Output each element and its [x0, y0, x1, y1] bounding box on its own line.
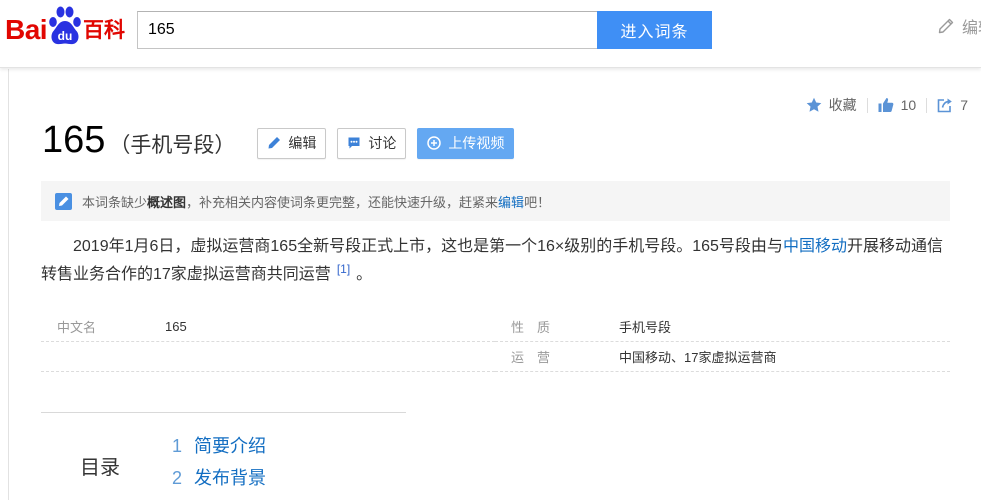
edit-notice-icon: [55, 192, 72, 210]
share-shape: [947, 98, 953, 105]
catalog-item-label: 发布背景: [194, 468, 266, 488]
action-divider: [866, 97, 868, 113]
basic-info-row: 性 质 手机号段: [495, 312, 950, 342]
logo-baike-text: 百科: [83, 19, 125, 42]
page-title: 165 （手机号段）: [42, 118, 235, 168]
like-count: 10: [900, 97, 917, 113]
basic-info-row: 中文名 165: [41, 312, 495, 342]
thumb-shape: [882, 98, 894, 112]
chat-dot: [350, 140, 353, 143]
title-main: 165: [42, 119, 106, 161]
collect-label: 收藏: [828, 97, 857, 113]
summary-end: 。: [356, 266, 373, 283]
search-input[interactable]: [137, 11, 598, 49]
paw-toe: [65, 6, 74, 18]
entry-title-row: 165 （手机号段） 编辑 讨论 上传视频: [42, 118, 515, 168]
pencil-shape: [268, 137, 281, 149]
basic-info-left: 中文名 165: [41, 312, 495, 372]
header-edit-label: 编辑: [962, 20, 981, 37]
title-buttons: 编辑 讨论 上传视频: [257, 127, 515, 159]
paw-toe: [49, 17, 57, 27]
upload-video-label: 上传视频: [448, 135, 505, 151]
edit-button-label: 编辑: [288, 135, 317, 151]
pencil-icon: [938, 18, 954, 34]
catalog-list: 1 简要介绍 2 发布背景: [172, 430, 266, 494]
chat-dot: [353, 140, 356, 143]
china-mobile-link[interactable]: 中国移动: [783, 238, 847, 255]
baike-logo[interactable]: Bai du 百科: [0, 0, 130, 60]
chat-icon: [348, 137, 360, 149]
plus-shape: [431, 140, 438, 146]
pencil-icon: [268, 137, 281, 149]
notice-middle: ，补充相关内容使词条更完整，还能快速升级，赶紧来: [186, 194, 499, 210]
star-shape: [806, 97, 821, 112]
reference-link[interactable]: [1]: [337, 262, 350, 276]
notice-text: 本词条缺少概述图，补充相关内容使词条更完整，还能快速升级，赶紧来编辑吧！: [82, 192, 550, 211]
notice-edit-link[interactable]: 编辑: [498, 195, 524, 210]
catalog-item[interactable]: 1 简要介绍: [172, 430, 266, 462]
header: Bai du 百科 进入词条 编辑: [0, 0, 981, 68]
basic-info-name: 运 营: [511, 350, 551, 365]
catalog-item-label: 简要介绍: [194, 436, 266, 456]
plus-circle-icon: [427, 136, 442, 150]
page-left-border: [8, 69, 9, 500]
lemma-summary: 2019年1月6日，虚拟运营商165全新号段正式上市，这也是第一个16×级别的手…: [41, 233, 950, 289]
logo-bai-text: Bai: [5, 14, 48, 45]
catalog-item-number: 1: [172, 436, 183, 456]
paw-toe: [56, 6, 65, 18]
like-button[interactable]: 10: [878, 97, 917, 113]
paw-toe: [73, 17, 81, 27]
basic-info-value: 中国移动、17家虚拟运营商: [619, 350, 777, 365]
thumbs-up-icon: [878, 98, 894, 112]
edit-button[interactable]: 编辑: [257, 127, 327, 159]
entry-actions: 收藏 10 7: [806, 96, 968, 114]
chat-dot: [355, 140, 358, 143]
action-divider: [926, 97, 928, 113]
share-count: 7: [960, 97, 968, 113]
basic-info-value: 165: [165, 319, 187, 334]
header-edit-link[interactable]: 编辑: [937, 15, 981, 37]
thumb-shape: [878, 103, 882, 112]
chat-shape: [348, 137, 360, 149]
basic-info-value: 手机号段: [619, 320, 672, 335]
notice-prefix: 本词条缺少: [82, 194, 148, 210]
basic-info-row: 运 营 中国移动、17家虚拟运营商: [495, 342, 950, 372]
enter-entry-button[interactable]: 进入词条: [597, 11, 712, 49]
catalog-item[interactable]: 2 发布背景: [172, 462, 266, 494]
catalog-title: 目录: [80, 457, 120, 479]
basic-info-name: 中文名: [57, 320, 97, 335]
star-icon: [806, 97, 821, 112]
discuss-button[interactable]: 讨论: [337, 127, 407, 159]
pencil-shape: [938, 18, 954, 34]
summary-text: 2019年1月6日，虚拟运营商165全新号段正式上市，这也是第一个16×级别的手…: [73, 238, 783, 255]
share-icon: [937, 98, 953, 113]
catalog-item-number: 2: [172, 468, 183, 488]
title-subtitle: （手机号段）: [109, 134, 236, 157]
basic-info-right: 性 质 手机号段 运 营 中国移动、17家虚拟运营商: [495, 312, 950, 372]
basic-info: 中文名 165 性 质 手机号段 运 营 中国移动、17家虚拟运营商: [41, 312, 950, 372]
basic-info-row-empty: [41, 342, 495, 372]
upload-video-button[interactable]: 上传视频: [417, 127, 515, 159]
missing-image-notice: 本词条缺少概述图，补充相关内容使词条更完整，还能快速升级，赶紧来编辑吧！: [41, 181, 950, 221]
logo-du-text: du: [58, 29, 73, 43]
basic-info-name: 性 质: [511, 320, 551, 335]
share-button[interactable]: 7: [937, 97, 968, 113]
notice-bold: 概述图: [147, 194, 187, 210]
notice-suffix: 吧！: [524, 194, 551, 210]
paw-icon: du: [49, 6, 81, 45]
discuss-button-label: 讨论: [368, 135, 397, 151]
collect-button[interactable]: 收藏: [806, 95, 857, 115]
catalog: 目录 1 简要介绍 2 发布背景: [41, 412, 406, 500]
